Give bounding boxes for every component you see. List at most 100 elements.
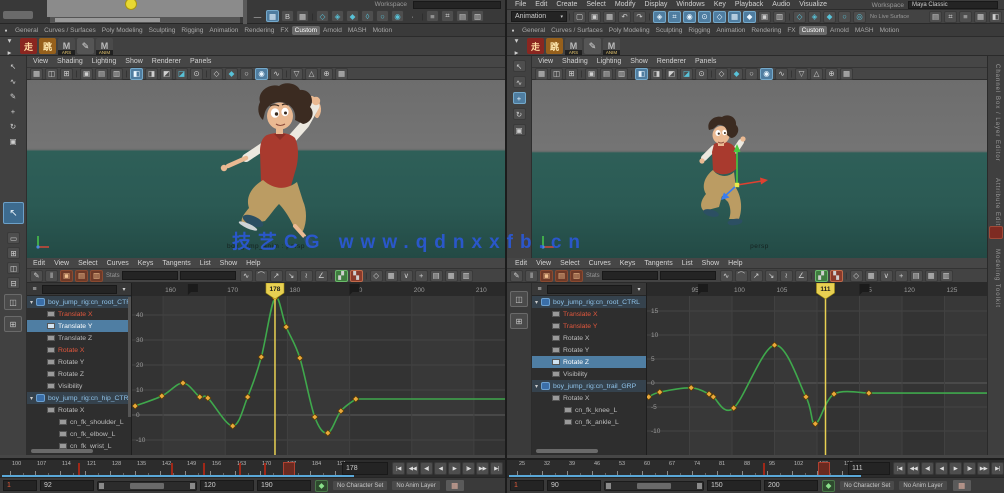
outliner-toggle-icon[interactable]: ◫: [510, 291, 528, 307]
filter-icon[interactable]: ≡: [30, 283, 39, 295]
isolate-select-icon[interactable]: ◆: [730, 68, 743, 80]
menu-playback[interactable]: Playback: [735, 1, 763, 8]
workspace-field[interactable]: Maya Classic: [908, 1, 998, 9]
step-back-key-button[interactable]: ◀◀: [406, 462, 419, 475]
workspace-field[interactable]: [413, 1, 501, 9]
horizontal-scrollbar[interactable]: [50, 17, 240, 23]
lighting-icon[interactable]: ◪: [680, 68, 693, 80]
play-forward-button[interactable]: ▶: [448, 462, 461, 475]
ambient-occlusion-icon[interactable]: ○: [745, 68, 758, 80]
channel-tree-item[interactable]: Rotate Z: [532, 356, 646, 368]
shelf-tab-mash[interactable]: MASH: [345, 26, 370, 35]
ambient-occlusion-icon[interactable]: ○: [240, 68, 253, 80]
channel-box-toggle-icon[interactable]: ▦: [974, 11, 987, 23]
menu-display[interactable]: Display: [644, 1, 667, 8]
layout-four-pane-button[interactable]: ⊞: [7, 247, 20, 259]
shelf-tab-mash[interactable]: MASH: [852, 26, 877, 35]
shelf-tab-rendering[interactable]: Rendering: [241, 26, 277, 35]
unify-tangent-icon[interactable]: ▚: [350, 270, 363, 282]
background-button[interactable]: [3, 11, 33, 19]
go-to-start-button[interactable]: |◀: [392, 462, 405, 475]
go-to-end-button[interactable]: ▶|: [490, 462, 503, 475]
menu-list[interactable]: List: [682, 260, 693, 267]
shelf-maya-button-2[interactable]: MANIM: [603, 38, 620, 54]
clamped-tangent-icon[interactable]: ⌒: [735, 270, 748, 282]
range-slider[interactable]: [97, 481, 197, 491]
shelf-tab-custom[interactable]: Custom: [292, 26, 320, 35]
value-snap-icon[interactable]: ▦: [925, 270, 938, 282]
caret-icon[interactable]: ▾: [535, 383, 538, 390]
menu-show[interactable]: Show: [220, 260, 238, 267]
shelf-tab-rendering[interactable]: Rendering: [748, 26, 784, 35]
character-set-button[interactable]: No Character Set: [839, 480, 895, 491]
go-to-start-button[interactable]: |◀: [893, 462, 906, 475]
shelf-tab-arnold[interactable]: Arnold: [320, 26, 345, 35]
resolution-gate-icon[interactable]: ▤: [600, 68, 613, 80]
playhead-line[interactable]: [825, 283, 827, 455]
menu-audio[interactable]: Audio: [772, 1, 790, 8]
tool-settings-toggle-icon[interactable]: ≡: [959, 11, 972, 23]
sidebar-toggle-icon[interactable]: ⌗: [441, 10, 454, 22]
add-curve-icon[interactable]: +: [415, 270, 428, 282]
isolate-select-icon[interactable]: ◆: [225, 68, 238, 80]
history-icon[interactable]: ◈: [331, 10, 344, 22]
stats-value-field[interactable]: [660, 271, 716, 280]
playhead-line[interactable]: [274, 283, 276, 455]
redo-icon[interactable]: ↷: [633, 11, 646, 23]
shading-wireframe-icon[interactable]: ◨: [145, 68, 158, 80]
shelf-tab-poly-modeling[interactable]: Poly Modeling: [99, 26, 146, 35]
shelf-tab-animation[interactable]: Animation: [206, 26, 241, 35]
caret-icon[interactable]: ▾: [30, 395, 33, 402]
lasso-tool[interactable]: ∿: [513, 76, 526, 88]
current-time-field[interactable]: 178: [342, 462, 388, 475]
clamped-tangent-icon[interactable]: ⌒: [255, 270, 268, 282]
menu-windows[interactable]: Windows: [676, 1, 704, 8]
menu-list[interactable]: List: [200, 260, 211, 267]
shading-smooth-icon[interactable]: ◧: [130, 68, 143, 80]
shelf-tab-sculpting[interactable]: Sculpting: [653, 26, 686, 35]
range-handle-left[interactable]: [99, 483, 104, 489]
outliner-hscrollbar[interactable]: [536, 449, 598, 453]
play-backward-button[interactable]: ◀: [935, 462, 948, 475]
lasso-tool[interactable]: ∿: [7, 75, 20, 87]
menu-keys[interactable]: Keys: [138, 260, 154, 267]
shelf-tab-sculpting[interactable]: Sculpting: [146, 26, 179, 35]
keyframe-key[interactable]: [866, 390, 872, 396]
animation-end-field[interactable]: 200: [764, 480, 818, 491]
select-tool[interactable]: ↖: [7, 60, 20, 72]
rotate-tool[interactable]: ↻: [513, 108, 526, 120]
shelf-script-button-1[interactable]: 走: [20, 38, 37, 54]
playback-end-field[interactable]: 150: [707, 480, 761, 491]
construction-history-icon[interactable]: ◈: [808, 11, 821, 23]
grid-toggle-icon[interactable]: ⊞: [565, 68, 578, 80]
linear-tangent-icon[interactable]: ↗: [270, 270, 283, 282]
make-live-icon[interactable]: ◆: [743, 11, 756, 23]
shelf-menu-icon[interactable]: ▾: [3, 34, 16, 46]
snap-viewport-icon[interactable]: ▦: [30, 68, 43, 80]
menu-show[interactable]: Show: [125, 58, 143, 65]
exposure-icon[interactable]: ⊕: [320, 68, 333, 80]
menu-key[interactable]: Key: [714, 1, 726, 8]
script-editor-toggle-icon[interactable]: ⊞: [4, 316, 22, 332]
graph-editor-plot[interactable]: 160170180190200210403020100-10178: [132, 283, 505, 455]
range-slider-thumb[interactable]: [637, 483, 671, 489]
menu-view[interactable]: View: [536, 260, 551, 267]
auto-load-graph-icon[interactable]: ∨: [880, 270, 893, 282]
shelf-tab-motion[interactable]: Motion: [877, 26, 903, 35]
snap-buffer-icon[interactable]: ‖: [525, 270, 538, 282]
range-handle-left[interactable]: [606, 483, 611, 489]
range-handle-right[interactable]: [190, 483, 195, 489]
input-connection-icon[interactable]: ▣: [758, 11, 771, 23]
keyframe-key[interactable]: [180, 380, 186, 386]
snap-magnet-icon[interactable]: ◈: [653, 11, 666, 23]
menu-edit[interactable]: Edit: [535, 1, 547, 8]
move-nearest-picked-key-icon[interactable]: ✎: [510, 270, 523, 282]
range-handle-right[interactable]: [697, 483, 702, 489]
menu-keys[interactable]: Keys: [620, 260, 636, 267]
step-back-key-button[interactable]: ◀◀: [907, 462, 920, 475]
script-editor-toggle-icon[interactable]: ⊞: [510, 313, 528, 329]
free-tangent-weight-icon[interactable]: ◇: [850, 270, 863, 282]
render-icon[interactable]: [989, 226, 1003, 239]
shelf-maya-button-1[interactable]: MARS: [58, 38, 75, 54]
animation-start-field[interactable]: 1: [3, 480, 37, 491]
